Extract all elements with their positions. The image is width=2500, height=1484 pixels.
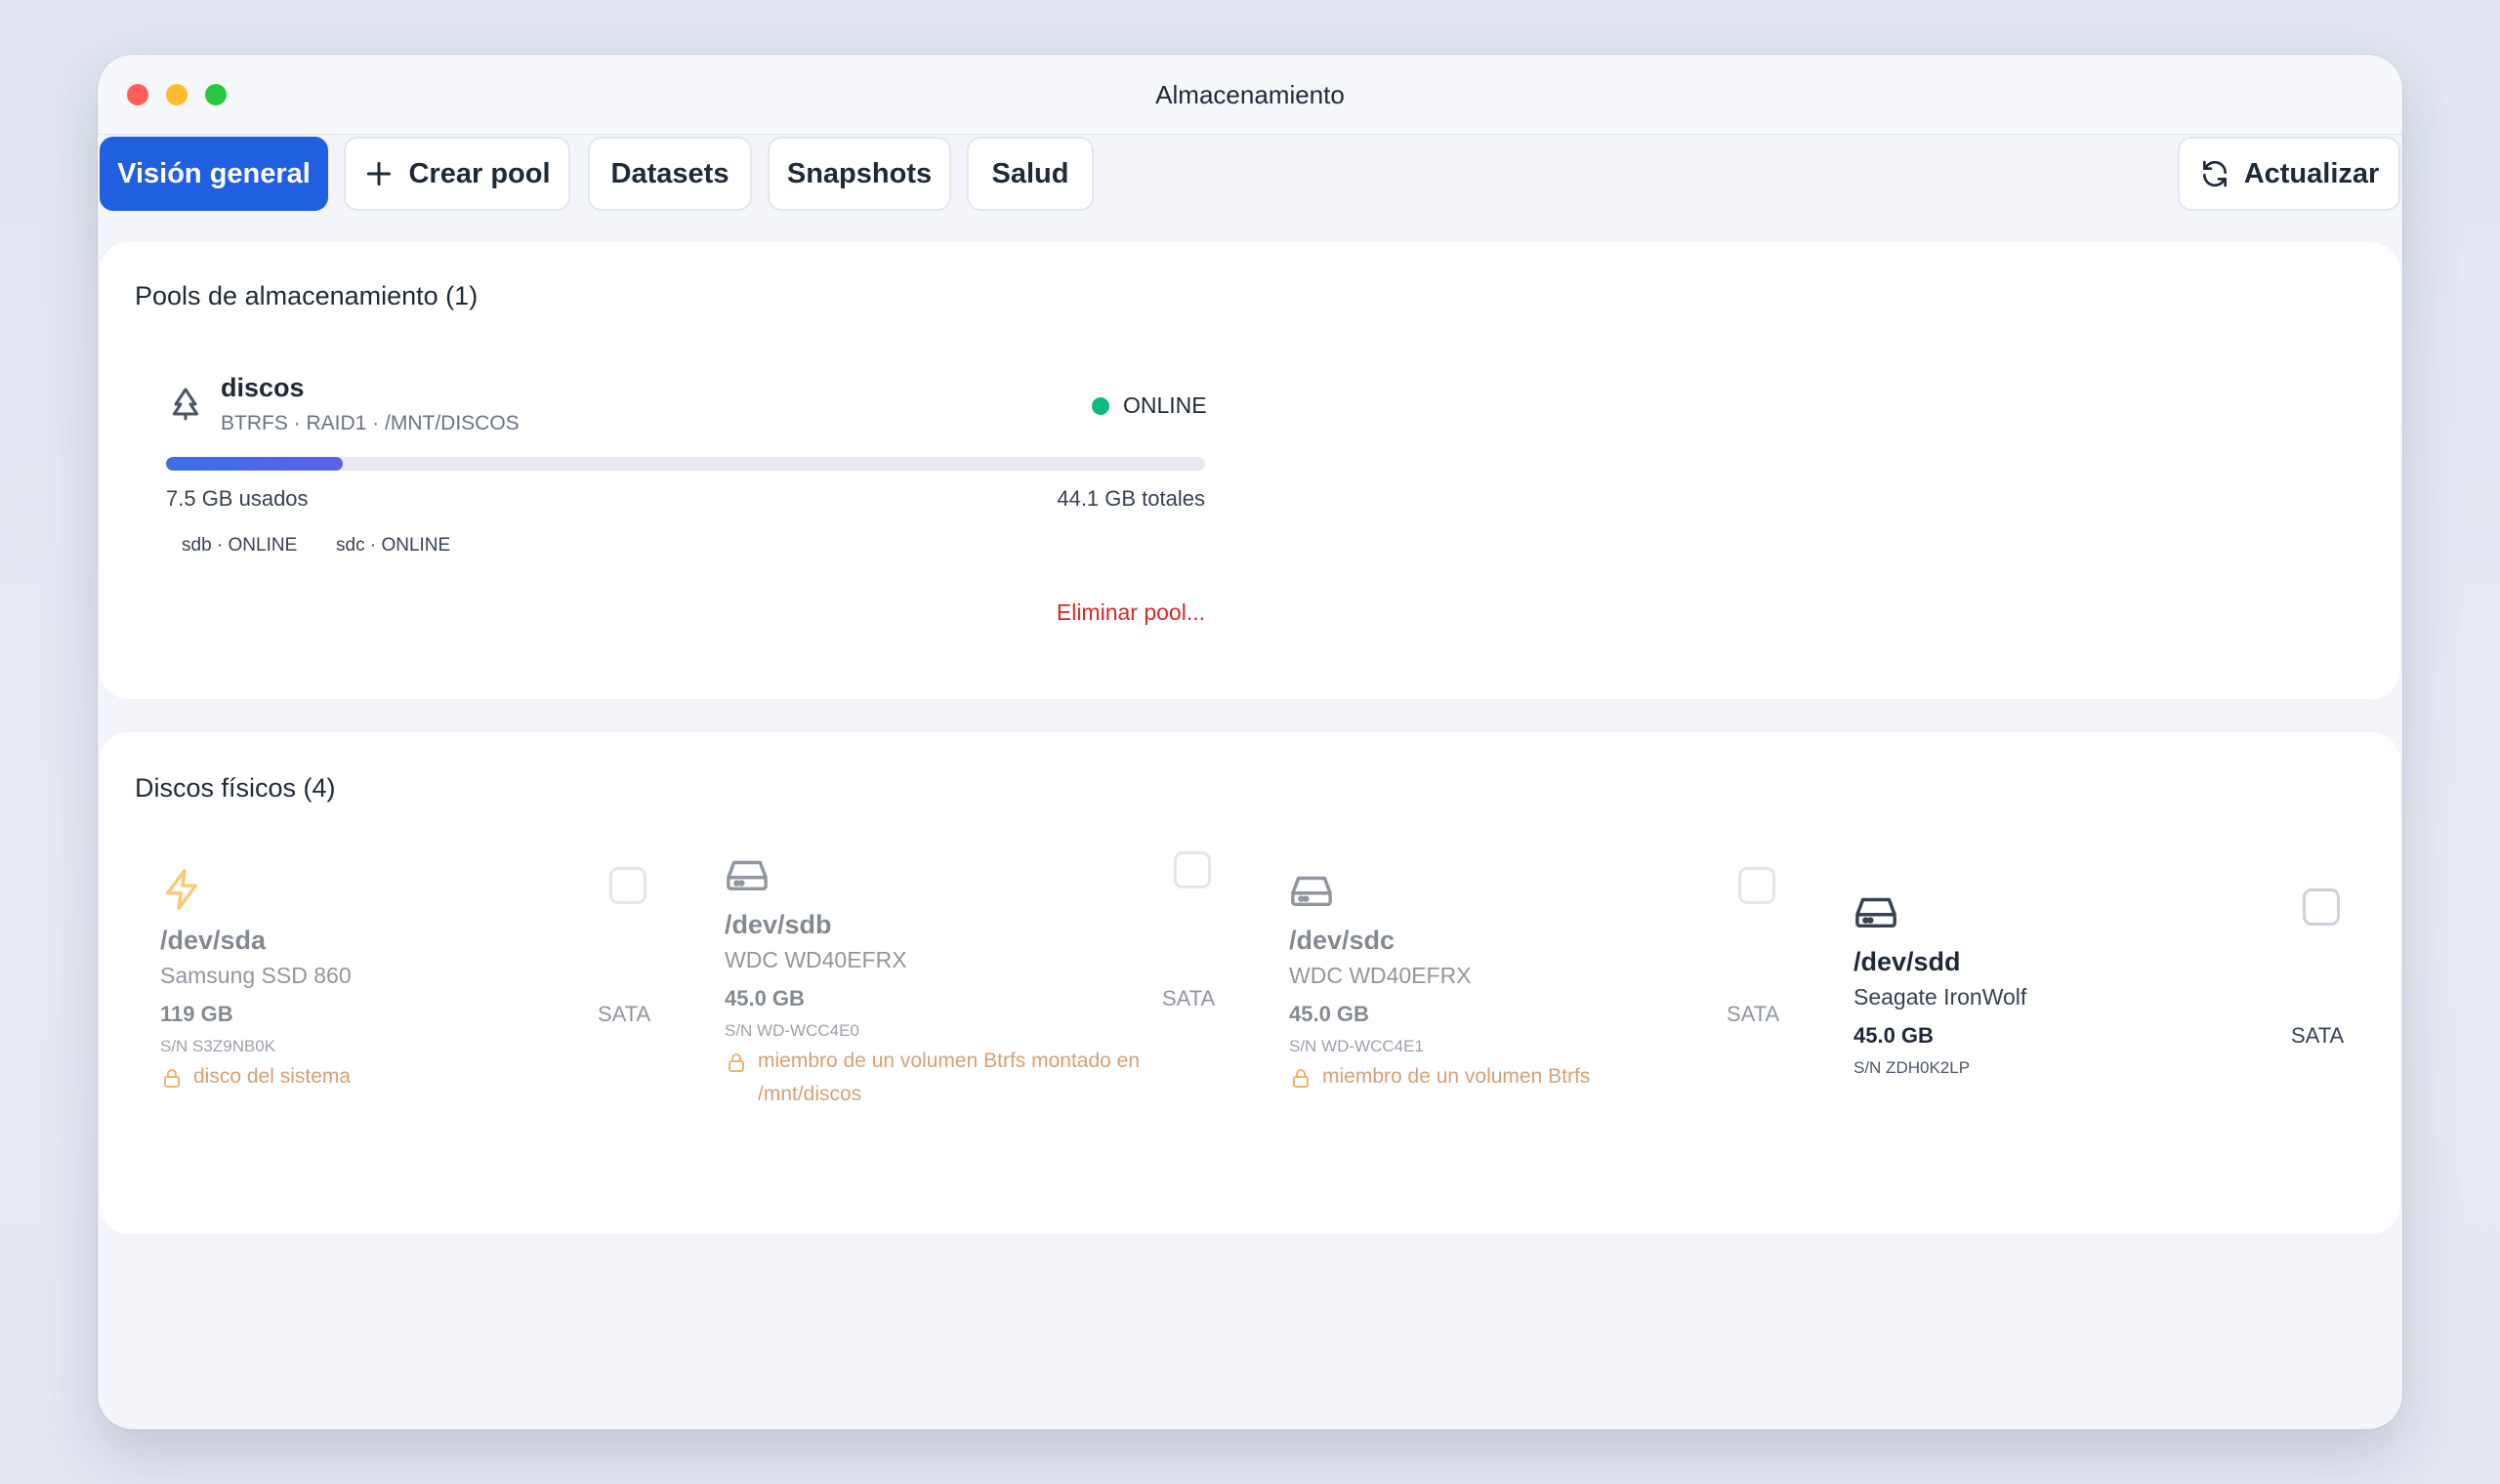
plus-icon <box>367 161 392 186</box>
tab-snapshots[interactable]: Snapshots <box>768 137 951 211</box>
lock-icon <box>164 1069 180 1088</box>
lock-icon <box>729 1053 744 1072</box>
hard-drive-icon <box>1855 897 1896 928</box>
refresh-label: Actualizar <box>2243 157 2380 189</box>
delete-pool-link[interactable]: Eliminar pool... <box>1057 599 1205 626</box>
tab-label: Crear pool <box>408 157 551 189</box>
tab-label: Salud <box>991 157 1069 189</box>
bolt-icon <box>165 869 198 910</box>
pool-usage-fill <box>166 457 343 471</box>
hard-drive-icon <box>1291 876 1332 907</box>
disk-device: /dev/sda <box>160 926 267 955</box>
disk-device: /dev/sdc <box>1289 926 1396 955</box>
disk-card-sdc[interactable]: /dev/sdc WDC WD40EFRX 45.0 GB SATA S/N W… <box>1289 863 1854 1156</box>
pool-member: sdc · ONLINE <box>336 535 451 556</box>
storage-window: Almacenamiento Visión general Crear pool… <box>98 55 2402 1429</box>
tab-label: Visión general <box>117 157 311 189</box>
pool-meta: BTRFS · RAID1 · /MNT/DISCOS <box>221 412 520 434</box>
pool-used: 7.5 GB usados <box>166 486 309 511</box>
pool-usage-bar <box>166 457 1205 471</box>
lock-icon <box>1293 1069 1309 1088</box>
disk-model: Seagate IronWolf <box>1854 984 2027 1010</box>
disk-select-checkbox[interactable] <box>1738 867 1775 904</box>
window-title: Almacenamiento <box>1155 80 1345 109</box>
disk-select-checkbox[interactable] <box>2303 888 2340 926</box>
disk-serial: S/N WD-WCC4E1 <box>1289 1037 1424 1055</box>
disk-size: 119 GB <box>160 1002 233 1026</box>
refresh-button[interactable]: Actualizar <box>2178 137 2400 211</box>
disk-lock-text: miembro de un volumen Btrfs montado en /… <box>758 1050 1141 1105</box>
disk-device: /dev/sdb <box>725 910 832 939</box>
disk-size: 45.0 GB <box>725 986 805 1010</box>
disk-lock-reason: disco del sistema <box>160 1060 629 1093</box>
disk-lock-text: disco del sistema <box>193 1065 352 1088</box>
disk-lock-reason: miembro de un volumen Btrfs <box>1289 1060 1758 1093</box>
tab-label: Datasets <box>610 157 729 189</box>
refresh-icon <box>2202 160 2227 187</box>
tree-icon <box>172 388 199 421</box>
disk-select-checkbox[interactable] <box>1174 851 1211 888</box>
disk-model: Samsung SSD 860 <box>160 963 352 988</box>
disk-bus: SATA <box>2291 1023 2345 1048</box>
disk-card-sdd[interactable]: /dev/sdd Seagate IronWolf 45.0 GB SATA S… <box>1854 885 2402 1177</box>
disk-size: 45.0 GB <box>1854 1023 1934 1048</box>
disk-serial: S/N WD-WCC4E0 <box>725 1021 859 1040</box>
disk-lock-text: miembro de un volumen Btrfs <box>1322 1065 1591 1088</box>
pool-status: ONLINE <box>1092 392 1207 419</box>
disk-size: 45.0 GB <box>1289 1002 1369 1026</box>
disk-serial: S/N S3Z9NB0K <box>160 1037 276 1055</box>
disk-bus: SATA <box>598 1002 651 1026</box>
disk-device: /dev/sdd <box>1854 947 1961 976</box>
tab-label: Snapshots <box>786 157 933 189</box>
pool-status-label: ONLINE <box>1123 392 1207 418</box>
tab-salud[interactable]: Salud <box>967 137 1094 211</box>
pools-card: Pools de almacenamiento (1) discos BTRFS… <box>100 242 2400 699</box>
disk-bus: SATA <box>1162 986 1216 1010</box>
hard-drive-icon <box>727 860 768 891</box>
pools-title: Pools de almacenamiento (1) <box>135 281 479 310</box>
pool-total: 44.1 GB totales <box>1057 486 1205 511</box>
pool-name: discos <box>221 373 305 402</box>
tab-vision-general[interactable]: Visión general <box>100 137 328 211</box>
disks-card: Discos físicos (4) /dev/sda Samsung SSD … <box>100 732 2400 1234</box>
status-dot <box>1092 396 1109 415</box>
disk-card-sda[interactable]: /dev/sda Samsung SSD 860 119 GB SATA S/N… <box>160 863 725 1156</box>
disk-serial: S/N ZDH0K2LP <box>1854 1058 1971 1077</box>
tab-crear-pool[interactable]: Crear pool <box>344 137 570 211</box>
pool-member: sdb · ONLINE <box>182 535 298 556</box>
disk-model: WDC WD40EFRX <box>1289 963 1472 988</box>
disk-model: WDC WD40EFRX <box>725 947 907 972</box>
disk-card-sdb[interactable]: /dev/sdb WDC WD40EFRX 45.0 GB SATA S/N W… <box>725 847 1289 1140</box>
disks-title: Discos físicos (4) <box>135 773 336 803</box>
tab-datasets[interactable]: Datasets <box>588 137 752 211</box>
disk-bus: SATA <box>1727 1002 1780 1026</box>
title-bar: Almacenamiento <box>98 55 2402 135</box>
disk-select-checkbox[interactable] <box>609 867 646 904</box>
disk-lock-reason: miembro de un volumen Btrfs montado en /… <box>725 1045 1193 1111</box>
